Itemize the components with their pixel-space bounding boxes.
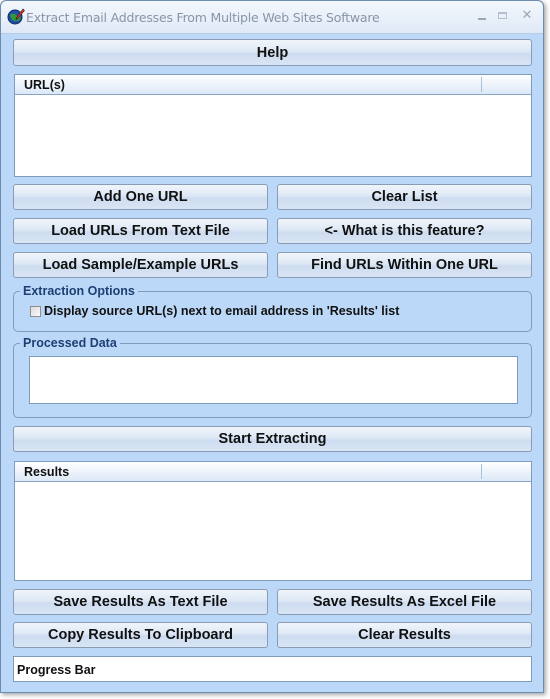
results-column-header[interactable]: Results — [24, 465, 69, 479]
column-separator[interactable] — [481, 464, 482, 479]
load-sample-urls-button[interactable]: Load Sample/Example URLs — [13, 252, 268, 278]
load-urls-from-text-file-button[interactable]: Load URLs From Text File — [13, 218, 268, 244]
maximize-icon — [498, 12, 507, 19]
processed-data-field[interactable] — [29, 356, 518, 404]
minimize-icon — [478, 18, 486, 20]
maximize-button[interactable] — [496, 9, 510, 23]
find-urls-within-one-url-button[interactable]: Find URLs Within One URL — [277, 252, 532, 278]
progress-bar-label: Progress Bar — [17, 663, 96, 677]
add-one-url-button[interactable]: Add One URL — [13, 184, 268, 210]
results-list[interactable]: Results — [14, 461, 532, 581]
clear-list-button[interactable]: Clear List — [277, 184, 532, 210]
url-list[interactable]: URL(s) — [14, 74, 532, 177]
extraction-options-legend: Extraction Options — [20, 284, 138, 298]
minimize-button[interactable] — [475, 9, 489, 23]
title-bar[interactable]: Extract Email Addresses From Multiple We… — [1, 1, 543, 34]
main-window: Extract Email Addresses From Multiple We… — [0, 0, 544, 693]
save-results-as-text-file-button[interactable]: Save Results As Text File — [13, 589, 268, 615]
close-button[interactable]: ✕ — [520, 9, 534, 23]
results-list-header: Results — [15, 462, 531, 482]
extraction-options-group: Extraction Options Display source URL(s)… — [13, 284, 532, 332]
processed-data-legend: Processed Data — [20, 336, 120, 350]
window-title: Extract Email Addresses From Multiple We… — [26, 10, 380, 25]
clear-results-button[interactable]: Clear Results — [277, 622, 532, 648]
copy-results-to-clipboard-button[interactable]: Copy Results To Clipboard — [13, 622, 268, 648]
app-globe-pen-icon — [7, 8, 25, 25]
url-column-header[interactable]: URL(s) — [24, 78, 65, 92]
progress-bar: Progress Bar — [13, 656, 532, 682]
display-source-url-label[interactable]: Display source URL(s) next to email addr… — [44, 304, 399, 318]
url-list-header: URL(s) — [15, 75, 531, 95]
what-is-this-feature-button[interactable]: <- What is this feature? — [277, 218, 532, 244]
processed-data-group: Processed Data — [13, 336, 532, 418]
close-icon: ✕ — [521, 8, 533, 23]
save-results-as-excel-file-button[interactable]: Save Results As Excel File — [277, 589, 532, 615]
display-source-url-checkbox[interactable] — [30, 306, 41, 317]
start-extracting-button[interactable]: Start Extracting — [13, 426, 532, 452]
help-button[interactable]: Help — [13, 39, 532, 66]
column-separator[interactable] — [481, 77, 482, 92]
